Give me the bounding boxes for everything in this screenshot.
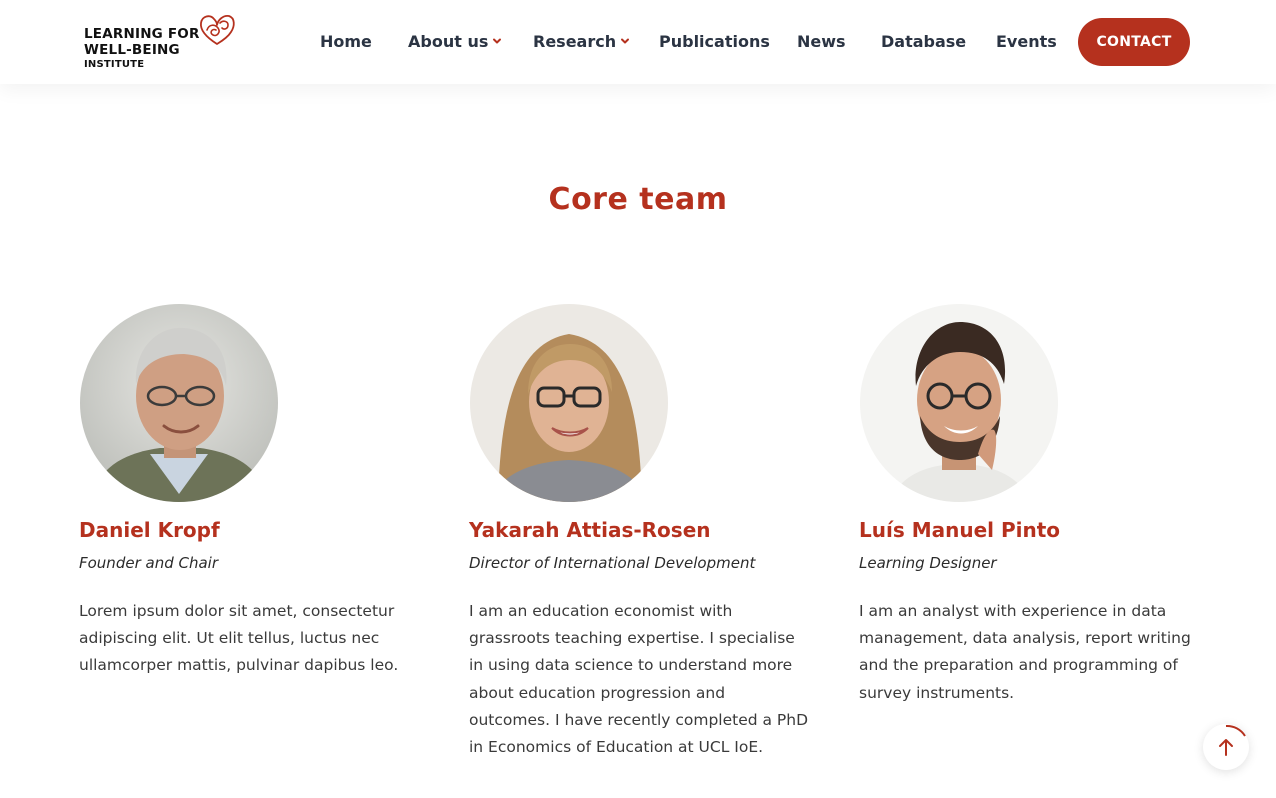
member-photo (80, 304, 278, 502)
chevron-down-icon (621, 38, 630, 44)
nav-item-label: Events (996, 32, 1057, 51)
nav-item-database[interactable]: Database (881, 30, 966, 54)
nav-item-label: Database (881, 32, 967, 51)
member-name: Luís Manuel Pinto (859, 518, 1061, 542)
arrow-up-icon (1219, 724, 1246, 756)
member-role: Learning Designer (859, 554, 997, 572)
member-bio: Lorem ipsum dolor sit amet, consectetur … (79, 602, 399, 675)
section-title: Core team (548, 182, 728, 217)
portrait-luis (860, 304, 1058, 502)
nav-item-events[interactable]: Events (996, 30, 1057, 54)
member-photo (860, 304, 1058, 502)
logo-line-1: LEARNING FOR (84, 26, 200, 42)
nav-item-label: Home (320, 32, 372, 51)
nav-item-news[interactable]: News (797, 30, 846, 54)
site-logo[interactable]: LEARNING FOR WELL-BEING INSTITUTE (84, 13, 236, 73)
nav-item-research[interactable]: Research (533, 30, 630, 54)
contact-button[interactable]: CONTACT (1078, 18, 1190, 66)
nav-item-label: Publications (659, 32, 770, 51)
portrait-daniel (80, 304, 278, 502)
site-header: LEARNING FOR WELL-BEING INSTITUTE Home A… (0, 0, 1276, 84)
member-photo (470, 304, 668, 502)
member-bio: I am an education economist with grassro… (469, 602, 809, 757)
nav-item-label: News (797, 32, 846, 51)
scroll-to-top-button[interactable] (1203, 724, 1249, 770)
nav-item-about-us[interactable]: About us (408, 30, 502, 54)
nav-item-home[interactable]: Home (320, 30, 372, 54)
team-member-card: Yakarah Attias-Rosen Director of Interna… (469, 304, 814, 761)
team-member-card: Luís Manuel Pinto Learning Designer I am… (859, 304, 1204, 707)
member-name: Yakarah Attias-Rosen (469, 518, 711, 542)
portrait-yakarah (470, 304, 668, 502)
chevron-down-icon (493, 38, 502, 44)
nav-item-label: Research (533, 32, 617, 51)
team-member-card: Daniel Kropf Founder and Chair Lorem ips… (79, 304, 424, 680)
member-bio: I am an analyst with experience in data … (859, 602, 1191, 702)
nav-item-publications[interactable]: Publications (659, 30, 770, 54)
member-name: Daniel Kropf (79, 518, 220, 542)
member-role: Director of International Development (469, 554, 756, 572)
logo-line-3: INSTITUTE (84, 59, 145, 70)
nav-item-label: About us (408, 32, 489, 51)
heart-logo-icon (200, 14, 235, 45)
member-role: Founder and Chair (79, 554, 218, 572)
logo-line-2: WELL-BEING (84, 42, 180, 58)
